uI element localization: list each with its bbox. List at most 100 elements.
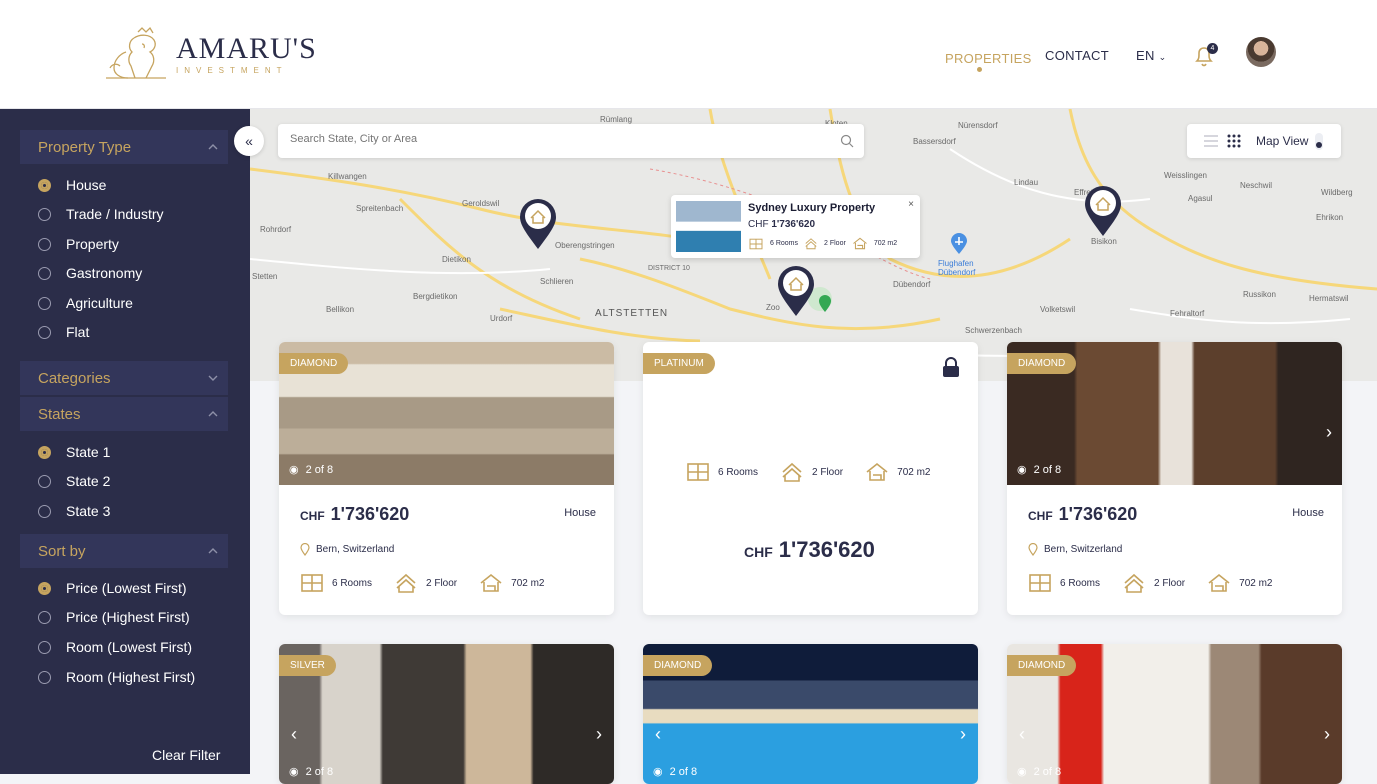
next-photo-icon[interactable]: › xyxy=(1326,422,1332,443)
option-agriculture[interactable]: Agriculture xyxy=(38,295,133,311)
brand-logo[interactable]: AMARU'S INVESTMENT xyxy=(104,26,317,82)
camera-icon: ◉ xyxy=(1017,464,1027,476)
radio[interactable] xyxy=(38,640,51,654)
sort-by-header[interactable]: Sort by xyxy=(20,534,228,568)
option-property[interactable]: Property xyxy=(38,236,119,252)
airport-pin-icon xyxy=(951,233,967,254)
option-state-3[interactable]: State 3 xyxy=(38,503,110,519)
radio[interactable] xyxy=(38,296,51,310)
map-label: Dietikon xyxy=(442,255,471,264)
photo-counter-label: 2 of 8 xyxy=(305,463,334,476)
area-icon xyxy=(1208,573,1230,592)
option-price-lowest[interactable]: Price (Lowest First) xyxy=(38,580,187,596)
area-label: 702 m2 xyxy=(511,577,545,589)
next-photo-icon[interactable]: › xyxy=(960,724,966,745)
collapse-sidebar-button[interactable]: « xyxy=(234,126,264,156)
option-state-1[interactable]: State 1 xyxy=(38,444,110,460)
option-label: Trade / Industry xyxy=(66,206,164,222)
radio[interactable] xyxy=(38,670,51,684)
rooms-icon xyxy=(687,463,709,481)
photo-counter: ◉ 2 of 8 xyxy=(289,463,334,477)
floor-icon xyxy=(396,573,416,593)
area-icon xyxy=(852,237,867,250)
photo-counter-label: 2 of 8 xyxy=(305,765,334,778)
radio[interactable] xyxy=(38,207,51,221)
view-toggle[interactable]: Map View xyxy=(1187,124,1341,158)
nav-properties[interactable]: PROPERTIES xyxy=(945,51,1032,66)
clear-filter-button[interactable]: Clear Filter xyxy=(152,747,220,763)
floor-label: 2 Floor xyxy=(426,577,458,589)
chevron-down-icon: ⌄ xyxy=(1158,52,1167,62)
nav-contact[interactable]: CONTACT xyxy=(1045,48,1109,63)
previous-photo-icon[interactable]: ‹ xyxy=(291,724,297,745)
property-pin-icon[interactable] xyxy=(776,264,816,318)
radio-selected[interactable] xyxy=(38,445,51,459)
floor-label: 2 Floor xyxy=(1154,577,1186,589)
radio[interactable] xyxy=(38,237,51,251)
popup-price: CHF 1'736'620 xyxy=(748,219,815,230)
rooms-label: 6 Rooms xyxy=(1060,577,1101,589)
map-label: Hermatswil xyxy=(1309,294,1349,303)
search-bar[interactable] xyxy=(278,124,864,158)
sort-by-title: Sort by xyxy=(38,542,86,560)
location-pin-icon xyxy=(1028,543,1038,556)
search-input[interactable] xyxy=(290,133,810,145)
property-pin-icon[interactable] xyxy=(518,197,558,251)
property-pin-icon[interactable] xyxy=(1083,184,1123,238)
property-card[interactable]: DIAMOND ‹ › ◉ 2 of 8 xyxy=(1007,644,1342,784)
floor-label: 2 Floor xyxy=(812,466,844,478)
option-room-highest[interactable]: Room (Highest First) xyxy=(38,669,195,685)
tier-badge: DIAMOND xyxy=(1007,353,1077,374)
user-avatar[interactable] xyxy=(1246,37,1276,67)
close-icon[interactable]: × xyxy=(908,199,914,210)
property-card-locked[interactable]: PLATINUM 6 Rooms 2 Floor 702 m2 CHF 1'736… xyxy=(643,342,978,615)
option-room-lowest[interactable]: Room (Lowest First) xyxy=(38,639,192,655)
floor-icon xyxy=(1124,573,1144,593)
location-pin-icon xyxy=(300,543,310,556)
radio-selected[interactable] xyxy=(38,581,51,595)
radio[interactable] xyxy=(38,474,51,488)
language-selector[interactable]: EN ⌄ xyxy=(1136,48,1166,63)
property-card[interactable]: SILVER ‹ › ◉ 2 of 8 xyxy=(279,644,614,784)
next-photo-icon[interactable]: › xyxy=(1324,724,1330,745)
map-label: Wildberg xyxy=(1321,188,1353,197)
currency-label: CHF xyxy=(300,509,325,523)
map-property-popup[interactable]: Sydney Luxury Property CHF 1'736'620 × 6… xyxy=(671,195,920,258)
filter-sidebar: Property Type House Trade / Industry Pro… xyxy=(0,109,250,774)
option-trade-industry[interactable]: Trade / Industry xyxy=(38,206,164,222)
option-label: Room (Lowest First) xyxy=(66,639,193,655)
property-card[interactable]: DIAMOND ◉ 2 of 8 CHF 1'736'620 House Bern,… xyxy=(279,342,614,615)
categories-header[interactable]: Categories xyxy=(20,361,228,395)
list-view-icon[interactable] xyxy=(1204,135,1218,147)
property-card[interactable]: DIAMOND › ◉ 2 of 8 CHF 1'736'620 House Ber… xyxy=(1007,342,1342,615)
option-house[interactable]: House xyxy=(38,177,106,193)
option-state-2[interactable]: State 2 xyxy=(38,473,110,489)
map-label: Fehraltorf xyxy=(1170,309,1205,318)
tier-badge: DIAMOND xyxy=(643,655,713,676)
map-label: Rohrdorf xyxy=(260,225,292,234)
next-photo-icon[interactable]: › xyxy=(596,724,602,745)
previous-photo-icon[interactable]: ‹ xyxy=(1019,724,1025,745)
search-icon[interactable] xyxy=(840,134,854,148)
states-header[interactable]: States xyxy=(20,397,228,431)
option-gastronomy[interactable]: Gastronomy xyxy=(38,265,142,281)
grid-view-icon[interactable] xyxy=(1227,134,1241,148)
radio[interactable] xyxy=(38,325,51,339)
radio[interactable] xyxy=(38,504,51,518)
area-feature: 702 m2 xyxy=(865,462,931,482)
map-view-toggle[interactable] xyxy=(1315,133,1323,150)
option-flat[interactable]: Flat xyxy=(38,324,89,340)
option-price-highest[interactable]: Price (Highest First) xyxy=(38,609,190,625)
property-type-header[interactable]: Property Type xyxy=(20,130,228,164)
popup-features: 6 Rooms 2 Floor 702 m2 xyxy=(748,237,897,250)
property-location: Bern, Switzerland xyxy=(300,543,394,556)
radio[interactable] xyxy=(38,266,51,280)
camera-icon: ◉ xyxy=(289,464,299,476)
language-label: EN xyxy=(1136,48,1155,63)
previous-photo-icon[interactable]: ‹ xyxy=(655,724,661,745)
radio-selected[interactable] xyxy=(38,178,51,192)
radio[interactable] xyxy=(38,610,51,624)
property-card[interactable]: DIAMOND ‹ › ◉ 2 of 8 xyxy=(643,644,978,784)
option-label: Price (Highest First) xyxy=(66,609,190,625)
property-price: CHF 1'736'620 xyxy=(300,504,409,525)
